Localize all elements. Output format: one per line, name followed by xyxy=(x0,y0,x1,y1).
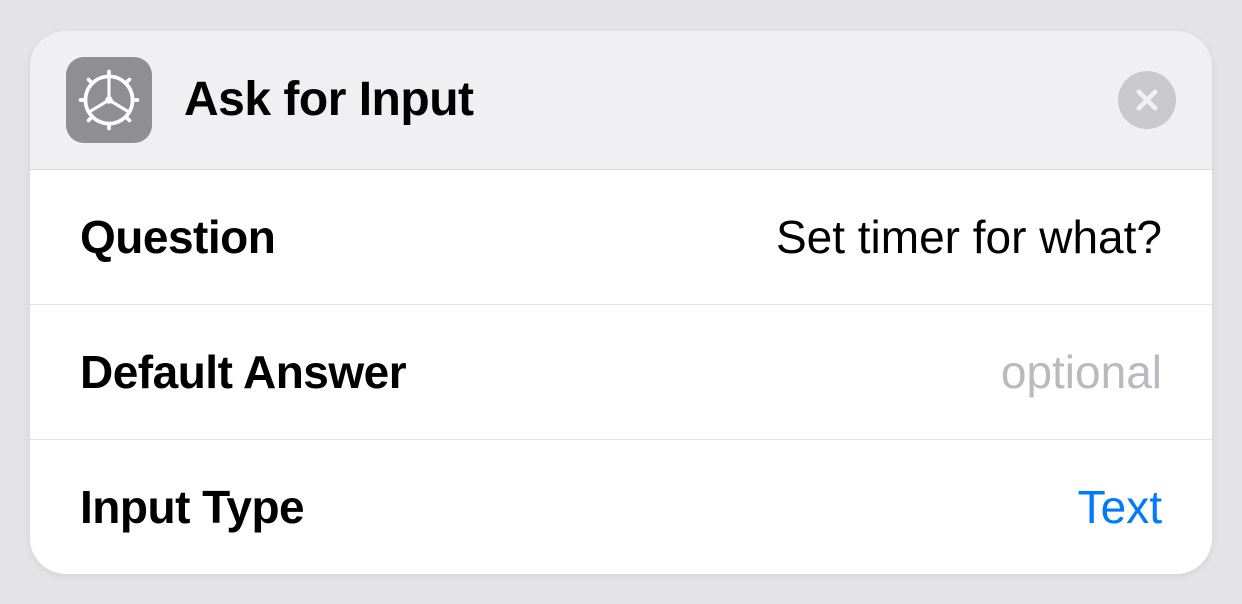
gear-icon xyxy=(66,57,152,143)
default-answer-input[interactable] xyxy=(446,345,1162,399)
default-answer-label: Default Answer xyxy=(80,345,406,399)
input-type-value[interactable]: Text xyxy=(1078,480,1162,534)
close-button[interactable] xyxy=(1118,71,1176,129)
question-row[interactable]: Question xyxy=(30,170,1212,305)
ask-for-input-card: Ask for Input Question Default Answer In… xyxy=(30,31,1212,574)
input-type-label: Input Type xyxy=(80,480,304,534)
card-body: Question Default Answer Input Type Text xyxy=(30,170,1212,574)
card-title: Ask for Input xyxy=(184,72,474,127)
question-label: Question xyxy=(80,210,275,264)
card-header: Ask for Input xyxy=(30,31,1212,170)
question-input[interactable] xyxy=(315,210,1162,264)
input-type-row[interactable]: Input Type Text xyxy=(30,440,1212,574)
default-answer-row[interactable]: Default Answer xyxy=(30,305,1212,440)
